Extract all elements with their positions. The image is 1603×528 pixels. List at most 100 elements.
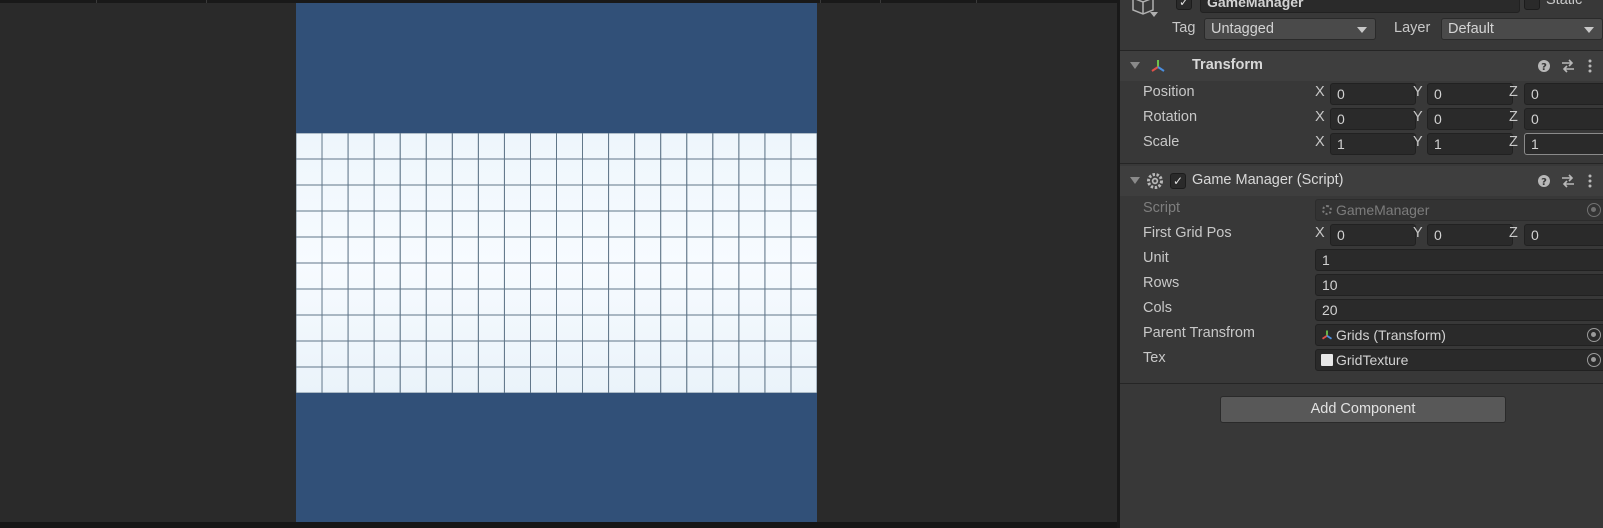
add-component-button[interactable]: Add Component <box>1220 396 1506 423</box>
grid-tile <box>321 314 349 342</box>
gameobject-active-toggle[interactable]: ✓ <box>1176 0 1192 10</box>
axis-y-label[interactable]: Y <box>1413 109 1423 125</box>
grid-tile <box>399 288 427 316</box>
grid-tile <box>686 236 714 264</box>
grid-tile <box>556 236 583 264</box>
parent-transform-label[interactable]: Parent Transfrom <box>1143 325 1255 341</box>
rotation-z-field[interactable]: 0 <box>1524 108 1603 130</box>
foldout-arrow-icon[interactable] <box>1130 62 1140 69</box>
grid-tile <box>686 340 714 368</box>
parent-transform-field[interactable]: Grids (Transform) <box>1315 324 1603 346</box>
object-picker-icon[interactable] <box>1587 328 1601 342</box>
texture-icon <box>1321 354 1333 366</box>
layer-dropdown[interactable]: Default <box>1441 18 1603 40</box>
help-icon[interactable]: ? <box>1536 173 1552 189</box>
component-enabled-toggle[interactable]: ✓ <box>1170 173 1186 189</box>
axis-y-label[interactable]: Y <box>1413 225 1423 241</box>
position-z-field[interactable]: 0 <box>1524 83 1603 105</box>
first-grid-pos-y-field[interactable]: 0 <box>1427 224 1513 246</box>
grid-tile <box>556 262 583 290</box>
grid-tile <box>764 340 792 368</box>
grid-tile <box>477 133 505 160</box>
transform-component-header[interactable]: Transform ? <box>1120 51 1603 81</box>
script-asset-icon <box>1322 205 1332 215</box>
cols-label[interactable]: Cols <box>1143 300 1172 316</box>
axis-z-label[interactable]: Z <box>1509 109 1518 125</box>
first-grid-pos-x-field[interactable]: 0 <box>1330 224 1416 246</box>
grid-tile <box>296 366 323 393</box>
axis-x-label[interactable]: X <box>1315 84 1325 100</box>
grid-tile <box>660 262 688 290</box>
position-x-field[interactable]: 0 <box>1330 83 1416 105</box>
grid-tile <box>686 314 714 342</box>
object-picker-icon[interactable] <box>1587 353 1601 367</box>
parent-transform-row: Parent Transfrom Grids (Transform) <box>1120 323 1603 347</box>
grid-tile <box>347 366 375 393</box>
grid-tile <box>686 210 714 238</box>
scale-x-field[interactable]: 1 <box>1330 133 1416 155</box>
axis-z-label[interactable]: Z <box>1509 225 1518 241</box>
help-icon[interactable]: ? <box>1536 58 1552 74</box>
game-manager-component-header[interactable]: ✓ Game Manager (Script) ? <box>1120 166 1603 196</box>
kebab-menu-icon[interactable] <box>1582 173 1598 189</box>
grid-tile <box>764 184 792 212</box>
grid-tile <box>373 184 401 212</box>
foldout-arrow-icon[interactable] <box>1130 177 1140 184</box>
tag-dropdown[interactable]: Untagged <box>1204 18 1376 40</box>
axis-y-label[interactable]: Y <box>1413 84 1423 100</box>
rows-field[interactable]: 10 <box>1315 274 1603 296</box>
axis-x-label[interactable]: X <box>1315 225 1325 241</box>
grid-tile <box>608 314 636 342</box>
script-field-value: GameManager <box>1336 202 1430 218</box>
position-label[interactable]: Position <box>1143 84 1195 100</box>
grid-tile <box>556 288 583 316</box>
static-toggle[interactable] <box>1524 0 1540 10</box>
tex-field[interactable]: GridTexture <box>1315 349 1603 371</box>
grid-tile <box>347 184 375 212</box>
axis-y-label[interactable]: Y <box>1413 134 1423 150</box>
tex-field-value: GridTexture <box>1336 352 1409 368</box>
game-view[interactable] <box>0 0 1117 528</box>
cols-field[interactable]: 20 <box>1315 299 1603 321</box>
grid-tile <box>296 314 323 342</box>
scale-y-field[interactable]: 1 <box>1427 133 1513 155</box>
grid-tile <box>582 133 610 160</box>
camera-viewport[interactable] <box>296 3 817 523</box>
rotation-label[interactable]: Rotation <box>1143 109 1197 125</box>
first-grid-pos-label[interactable]: First Grid Pos <box>1143 225 1232 241</box>
rows-label[interactable]: Rows <box>1143 275 1179 291</box>
scale-label[interactable]: Scale <box>1143 134 1179 150</box>
svg-text:?: ? <box>1541 62 1547 73</box>
axis-z-label[interactable]: Z <box>1509 134 1518 150</box>
grid-tile <box>738 158 766 186</box>
unit-field[interactable]: 1 <box>1315 249 1603 271</box>
rotation-x-field[interactable]: 0 <box>1330 108 1416 130</box>
unit-label[interactable]: Unit <box>1143 250 1169 266</box>
axis-z-label[interactable]: Z <box>1509 84 1518 100</box>
grid-tile <box>608 340 636 368</box>
static-label: Static <box>1546 0 1583 8</box>
position-y-field[interactable]: 0 <box>1427 83 1513 105</box>
grid-tile <box>790 158 817 186</box>
grid-tile <box>296 133 323 160</box>
first-grid-pos-z-field[interactable]: 0 <box>1524 224 1603 246</box>
gameobject-cube-icon[interactable] <box>1129 0 1159 20</box>
presets-icon[interactable] <box>1560 173 1576 189</box>
tag-label: Tag <box>1172 20 1196 36</box>
axis-x-label[interactable]: X <box>1315 134 1325 150</box>
grid-tile <box>373 133 401 160</box>
rotation-y-field[interactable]: 0 <box>1427 108 1513 130</box>
axis-x-label[interactable]: X <box>1315 109 1325 125</box>
grid-tile <box>399 340 427 368</box>
first-grid-pos-row: First Grid Pos X 0 Y 0 Z 0 <box>1120 223 1603 247</box>
scale-z-field[interactable]: 1 <box>1524 133 1603 155</box>
grid-tile <box>582 236 610 264</box>
parent-transform-value: Grids (Transform) <box>1336 327 1446 343</box>
gameobject-name-field[interactable]: GameManager <box>1200 0 1520 13</box>
tex-label[interactable]: Tex <box>1143 350 1166 366</box>
grid-texture-tiles <box>296 133 817 393</box>
grid-tile <box>503 314 531 342</box>
grid-tile <box>712 184 740 212</box>
kebab-menu-icon[interactable] <box>1582 58 1598 74</box>
presets-icon[interactable] <box>1560 58 1576 74</box>
